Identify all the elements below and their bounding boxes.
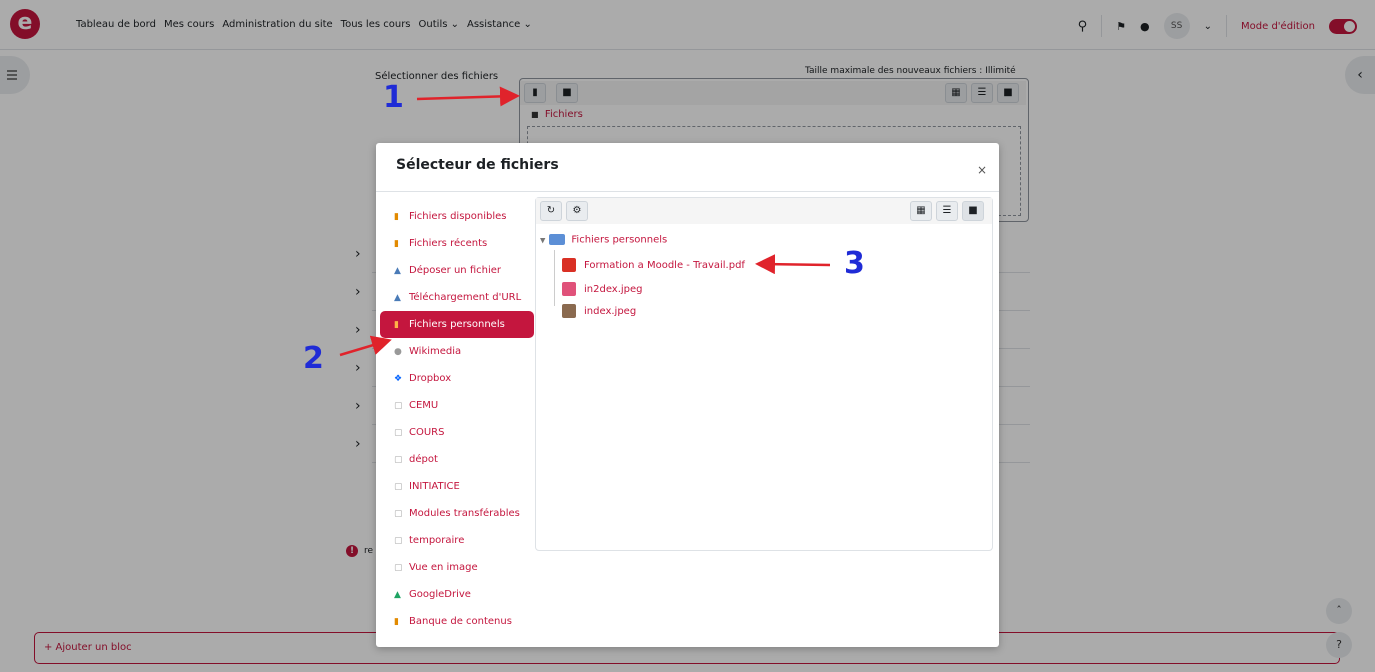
file-name: Formation a Moodle - Travail.pdf bbox=[584, 260, 745, 271]
folder-icon: ▢ bbox=[394, 536, 403, 546]
repo-item-recent-files[interactable]: ▮ Fichiers récents bbox=[380, 230, 534, 257]
repo-label: Fichiers disponibles bbox=[409, 211, 507, 222]
upload-icon: ▲ bbox=[394, 266, 401, 276]
list-icon: ☰ bbox=[942, 205, 952, 216]
repo-label: CEMU bbox=[409, 400, 439, 411]
refresh-icon: ↻ bbox=[546, 205, 556, 216]
repo-item-dropbox[interactable]: ❖ Dropbox bbox=[380, 365, 534, 392]
browser-toolbar: ↻ ⚙ ▦ ☰ ■ bbox=[536, 198, 992, 224]
repo-item-content-bank[interactable]: ▮ Banque de contenus bbox=[380, 608, 534, 635]
pdf-icon bbox=[562, 258, 576, 272]
folder-icon: ▢ bbox=[394, 401, 403, 411]
repo-item-depot[interactable]: ▢ dépot bbox=[380, 446, 534, 473]
repo-item-googledrive[interactable]: ▲ GoogleDrive bbox=[380, 581, 534, 608]
tree-root-label: Fichiers personnels bbox=[571, 234, 668, 246]
repo-item-cemu[interactable]: ▢ CEMU bbox=[380, 392, 534, 419]
grid-icon: ▦ bbox=[916, 205, 926, 216]
repo-item-upload[interactable]: ▲ Déposer un fichier bbox=[380, 257, 534, 284]
tree-connector bbox=[554, 250, 555, 306]
close-icon[interactable]: × bbox=[977, 163, 987, 177]
repo-icon: ▮ bbox=[394, 212, 399, 222]
folder-icon: ▢ bbox=[394, 563, 403, 573]
refresh-button[interactable]: ↻ bbox=[540, 201, 562, 221]
settings-button[interactable]: ⚙ bbox=[566, 201, 588, 221]
triangle-down-icon: ▼ bbox=[540, 236, 546, 245]
folder-icon: ■ bbox=[968, 205, 978, 216]
list-item[interactable]: in2dex.jpeg bbox=[562, 282, 643, 296]
tree-root[interactable]: ▼ Fichiers personnels bbox=[540, 234, 667, 246]
view-icons-button[interactable]: ▦ bbox=[910, 201, 932, 221]
repo-icon: ▮ bbox=[394, 320, 399, 330]
folder-icon bbox=[549, 234, 566, 245]
folder-icon: ▢ bbox=[394, 509, 403, 519]
repo-label: Vue en image bbox=[409, 562, 478, 573]
annotation-number-3: 3 bbox=[844, 246, 865, 281]
wikimedia-icon: ● bbox=[394, 347, 402, 357]
repo-label: Fichiers personnels bbox=[409, 319, 505, 330]
file-browser: ↻ ⚙ ▦ ☰ ■ ▼ Fichiers personnels Formation… bbox=[535, 197, 993, 551]
repo-label: dépot bbox=[409, 454, 438, 465]
repo-label: Fichiers récents bbox=[409, 238, 488, 249]
list-item[interactable]: index.jpeg bbox=[562, 304, 636, 318]
repo-item-vue-en-image[interactable]: ▢ Vue en image bbox=[380, 554, 534, 581]
repo-item-available-files[interactable]: ▮ Fichiers disponibles bbox=[380, 203, 534, 230]
repo-label: GoogleDrive bbox=[409, 589, 471, 600]
repo-label: INITIATICE bbox=[409, 481, 460, 492]
annotation-number-1: 1 bbox=[383, 80, 404, 115]
repo-label: Wikimedia bbox=[409, 346, 462, 357]
repo-icon: ▮ bbox=[394, 617, 399, 627]
repo-label: Dropbox bbox=[409, 373, 452, 384]
gear-icon: ⚙ bbox=[572, 205, 582, 216]
view-list-button[interactable]: ☰ bbox=[936, 201, 958, 221]
repo-item-temporaire[interactable]: ▢ temporaire bbox=[380, 527, 534, 554]
repo-label: Banque de contenus bbox=[409, 616, 512, 627]
annotation-number-2: 2 bbox=[303, 341, 324, 376]
repo-item-private-files[interactable]: ▮ Fichiers personnels bbox=[380, 311, 534, 338]
repo-label: COURS bbox=[409, 427, 445, 438]
modal-title: Sélecteur de fichiers bbox=[396, 157, 559, 173]
folder-icon: ▢ bbox=[394, 455, 403, 465]
view-tree-button[interactable]: ■ bbox=[962, 201, 984, 221]
repo-label: Modules transférables bbox=[409, 508, 520, 519]
file-name: in2dex.jpeg bbox=[584, 284, 643, 295]
repo-item-wikimedia[interactable]: ● Wikimedia bbox=[380, 338, 534, 365]
repo-label: Téléchargement d'URL bbox=[409, 292, 522, 303]
repo-item-initiatice[interactable]: ▢ INITIATICE bbox=[380, 473, 534, 500]
repo-label: Déposer un fichier bbox=[409, 265, 502, 276]
url-icon: ▲ bbox=[394, 293, 401, 303]
image-icon bbox=[562, 304, 576, 318]
repo-item-modules[interactable]: ▢ Modules transférables bbox=[380, 500, 534, 527]
list-item[interactable]: Formation a Moodle - Travail.pdf bbox=[562, 258, 745, 272]
image-icon bbox=[562, 282, 576, 296]
googledrive-icon: ▲ bbox=[394, 590, 401, 600]
dropbox-icon: ❖ bbox=[394, 374, 403, 384]
repo-item-cours[interactable]: ▢ COURS bbox=[380, 419, 534, 446]
file-picker-modal: Sélecteur de fichiers × ▮ Fichiers dispon… bbox=[376, 143, 999, 647]
folder-icon: ▢ bbox=[394, 482, 403, 492]
repo-item-url[interactable]: ▲ Téléchargement d'URL bbox=[380, 284, 534, 311]
repository-list: ▮ Fichiers disponibles ▮ Fichiers récents … bbox=[380, 203, 534, 635]
repo-label: temporaire bbox=[409, 535, 465, 546]
folder-icon: ▢ bbox=[394, 428, 403, 438]
repo-icon: ▮ bbox=[394, 239, 399, 249]
divider bbox=[376, 191, 999, 192]
file-name: index.jpeg bbox=[584, 306, 637, 317]
